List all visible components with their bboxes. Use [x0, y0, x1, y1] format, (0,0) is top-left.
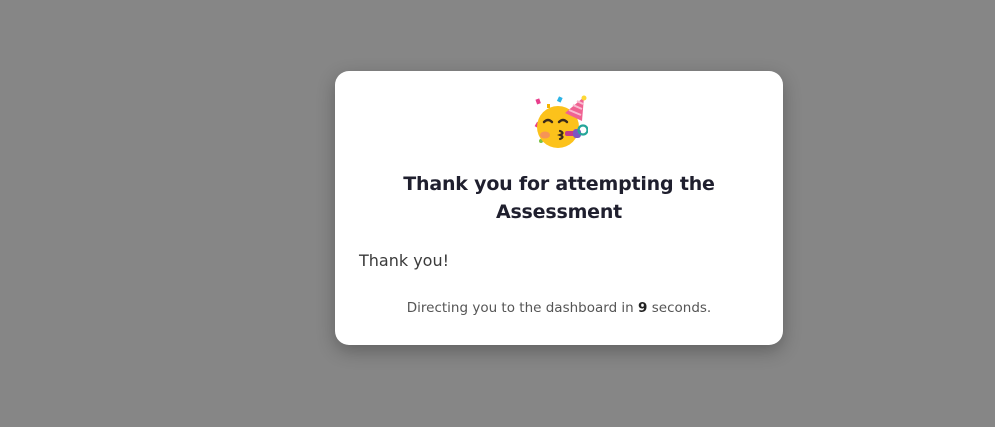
dialog-title-line-1: Thank you for attempting the [403, 173, 715, 195]
redirect-notice: Directing you to the dashboard in 9 seco… [335, 300, 783, 316]
completion-dialog: Thank you for attempting the Assessment … [335, 71, 783, 345]
redirect-prefix: Directing you to the dashboard in [406, 300, 634, 316]
dialog-title-line-2: Assessment [495, 201, 623, 223]
dialog-title: Thank you for attempting the Assessment [359, 170, 759, 226]
countdown-seconds: 9 [638, 300, 648, 316]
party-face-icon [532, 95, 589, 151]
redirect-suffix: seconds. [651, 300, 712, 316]
thank-you-message: Thank you! [359, 251, 450, 270]
